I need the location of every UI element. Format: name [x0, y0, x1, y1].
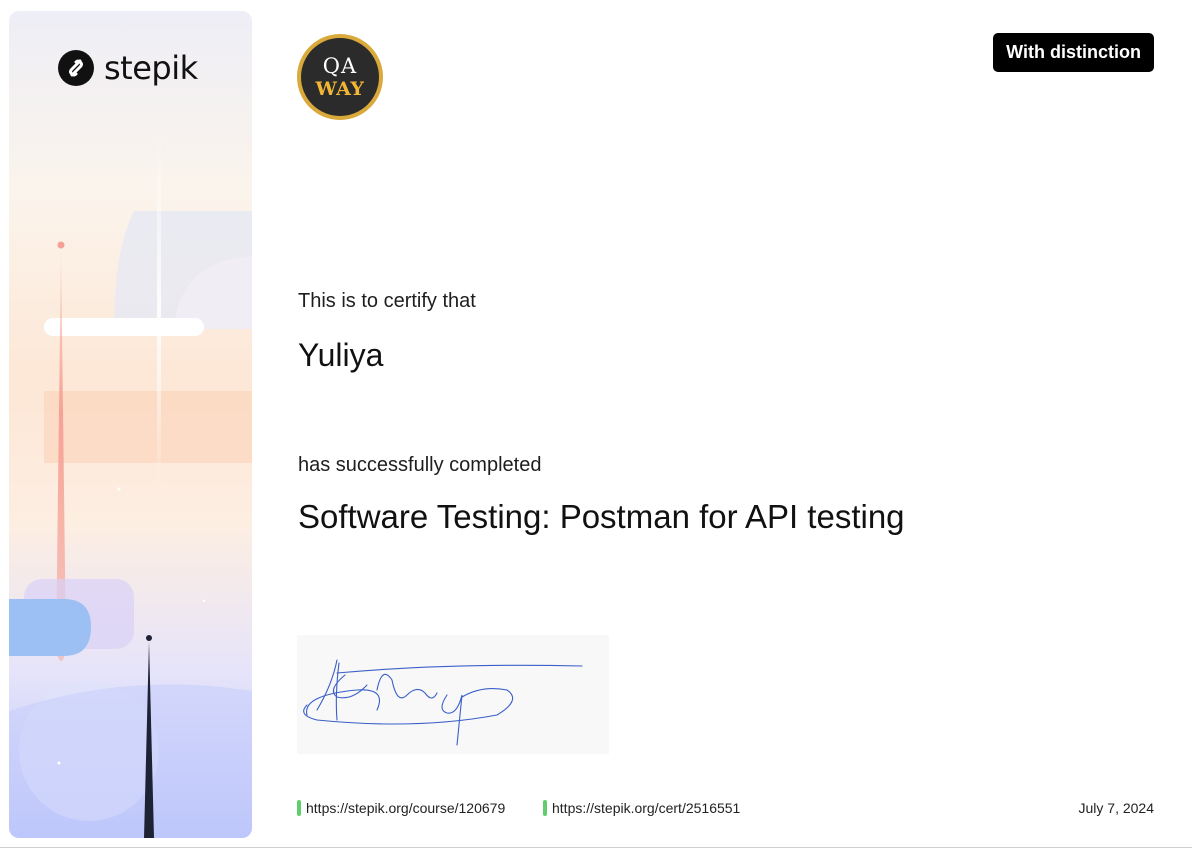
handwritten-signature — [297, 635, 609, 754]
course-url[interactable]: https://stepik.org/course/120679 — [306, 800, 505, 816]
stepik-s-icon — [58, 50, 94, 86]
certificate-page: stepik QA WAY With distinction This is t… — [0, 0, 1192, 850]
brand-name: stepik — [104, 49, 198, 87]
qa-way-badge-icon: QA WAY — [297, 34, 383, 120]
decorative-artwork — [9, 131, 252, 838]
badge-line-way: WAY — [315, 77, 365, 100]
decorative-side-panel — [9, 11, 252, 838]
certify-text: This is to certify that — [298, 290, 476, 312]
course-title: Software Testing: Postman for API testin… — [298, 498, 905, 535]
course-link[interactable]: https://stepik.org/course/120679 — [297, 800, 505, 816]
issue-date: July 7, 2024 — [1078, 800, 1155, 816]
completed-text: has successfully completed — [298, 454, 542, 476]
badge-line-qa: QA — [322, 53, 358, 78]
link-marker-icon — [297, 800, 301, 816]
cert-url[interactable]: https://stepik.org/cert/2516551 — [552, 800, 740, 816]
bottom-divider — [0, 847, 1192, 848]
stepik-logo[interactable]: stepik — [58, 49, 198, 87]
cert-link[interactable]: https://stepik.org/cert/2516551 — [543, 800, 740, 816]
recipient-name: Yuliya — [298, 337, 384, 373]
link-marker-icon — [543, 800, 547, 816]
distinction-badge: With distinction — [993, 33, 1154, 72]
